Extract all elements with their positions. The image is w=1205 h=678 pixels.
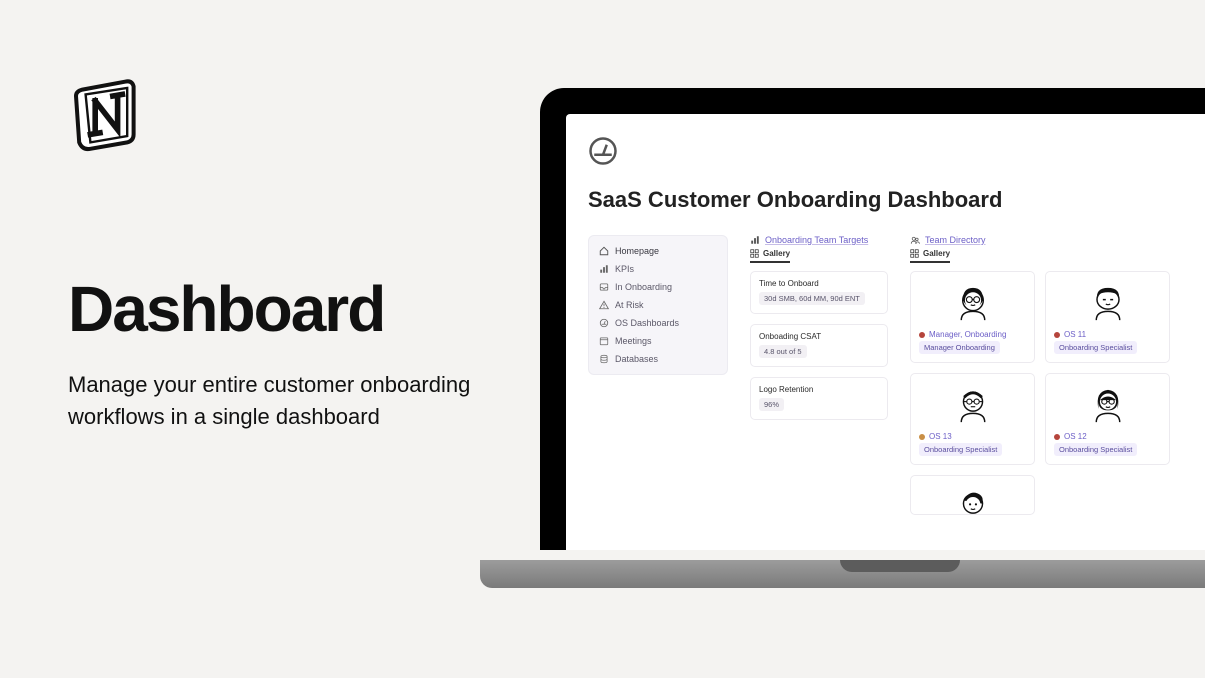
kpi-badge: 30d SMB, 60d MM, 90d ENT: [759, 292, 865, 305]
nav-item-kpis[interactable]: KPIs: [597, 260, 719, 278]
nav-label: OS Dashboards: [615, 318, 679, 328]
nav-item-os-dashboards[interactable]: OS Dashboards: [597, 314, 719, 332]
directory-grid: Manager, Onboarding Manager Onboarding O…: [910, 271, 1170, 515]
directory-panel: Team Directory Gallery: [910, 235, 1170, 515]
calendar-icon: [599, 336, 609, 346]
avatar: [919, 380, 1026, 432]
directory-view-tabs: Gallery: [910, 249, 1170, 263]
nav-item-databases[interactable]: Databases: [597, 350, 719, 368]
kpi-badge: 4.8 out of 5: [759, 345, 807, 358]
targets-view-tabs: Gallery: [750, 249, 888, 263]
nav-item-meetings[interactable]: Meetings: [597, 332, 719, 350]
kpi-card[interactable]: Logo Retention 96%: [750, 377, 888, 420]
nav-label: KPIs: [615, 264, 634, 274]
person-name[interactable]: Manager, Onboarding: [919, 330, 1026, 339]
page-gauge-icon: [588, 136, 618, 166]
status-dot-icon: [1054, 434, 1060, 440]
laptop-mockup: SaaS Customer Onboarding Dashboard Homep…: [540, 88, 1205, 588]
gallery-icon: [750, 249, 759, 258]
person-card[interactable]: OS 12 Onboarding Specialist: [1045, 373, 1170, 465]
nav-item-homepage[interactable]: Homepage: [597, 242, 719, 260]
kpi-title: Time to Onboard: [759, 279, 879, 288]
hero-title: Dashboard: [68, 277, 488, 341]
nav-label: At Risk: [615, 300, 644, 310]
page-title: SaaS Customer Onboarding Dashboard: [588, 187, 1205, 213]
bar-chart-icon: [750, 235, 760, 245]
status-dot-icon: [919, 434, 925, 440]
inbox-icon: [599, 282, 609, 292]
view-tab-gallery[interactable]: Gallery: [750, 249, 790, 263]
app-screen: SaaS Customer Onboarding Dashboard Homep…: [566, 114, 1205, 550]
bar-chart-icon: [599, 264, 609, 274]
person-card[interactable]: Manager, Onboarding Manager Onboarding: [910, 271, 1035, 363]
kpi-badge: 96%: [759, 398, 784, 411]
person-card[interactable]: OS 11 Onboarding Specialist: [1045, 271, 1170, 363]
notion-logo-icon: [68, 72, 148, 152]
role-badge: Onboarding Specialist: [919, 443, 1002, 456]
laptop-notch: [840, 560, 960, 572]
view-tab-label: Gallery: [923, 249, 950, 258]
people-icon: [910, 235, 920, 245]
person-name[interactable]: OS 13: [919, 432, 1026, 441]
role-badge: Manager Onboarding: [919, 341, 1000, 354]
gauge-icon: [599, 318, 609, 328]
nav-label: Databases: [615, 354, 658, 364]
view-tab-gallery[interactable]: Gallery: [910, 249, 950, 263]
gallery-icon: [910, 249, 919, 258]
status-dot-icon: [1054, 332, 1060, 338]
nav-item-at-risk[interactable]: At Risk: [597, 296, 719, 314]
laptop-frame: SaaS Customer Onboarding Dashboard Homep…: [540, 88, 1205, 550]
avatar: [1054, 278, 1161, 330]
person-name[interactable]: OS 12: [1054, 432, 1161, 441]
warning-icon: [599, 300, 609, 310]
kpi-card[interactable]: Time to Onboard 30d SMB, 60d MM, 90d ENT: [750, 271, 888, 314]
database-icon: [599, 354, 609, 364]
avatar: [919, 278, 1026, 330]
nav-label: Homepage: [615, 246, 659, 256]
targets-header[interactable]: Onboarding Team Targets: [750, 235, 888, 245]
nav-card: Homepage KPIs In Onboarding: [588, 235, 728, 375]
avatar: [919, 482, 1026, 515]
status-dot-icon: [919, 332, 925, 338]
role-badge: Onboarding Specialist: [1054, 341, 1137, 354]
kpi-title: Onboading CSAT: [759, 332, 879, 341]
view-tab-label: Gallery: [763, 249, 790, 258]
nav-label: In Onboarding: [615, 282, 672, 292]
nav-item-in-onboarding[interactable]: In Onboarding: [597, 278, 719, 296]
person-name[interactable]: OS 11: [1054, 330, 1161, 339]
nav-label: Meetings: [615, 336, 652, 346]
kpi-card[interactable]: Onboading CSAT 4.8 out of 5: [750, 324, 888, 367]
directory-header-label: Team Directory: [925, 235, 986, 245]
directory-header[interactable]: Team Directory: [910, 235, 1170, 245]
person-card[interactable]: OS 13 Onboarding Specialist: [910, 373, 1035, 465]
targets-header-label: Onboarding Team Targets: [765, 235, 868, 245]
role-badge: Onboarding Specialist: [1054, 443, 1137, 456]
home-icon: [599, 246, 609, 256]
person-card[interactable]: [910, 475, 1035, 515]
hero-section: Dashboard Manage your entire customer on…: [68, 72, 488, 433]
avatar: [1054, 380, 1161, 432]
kpi-title: Logo Retention: [759, 385, 879, 394]
targets-panel: Onboarding Team Targets Gallery Time to …: [750, 235, 888, 430]
hero-subtitle: Manage your entire customer onboarding w…: [68, 369, 488, 433]
